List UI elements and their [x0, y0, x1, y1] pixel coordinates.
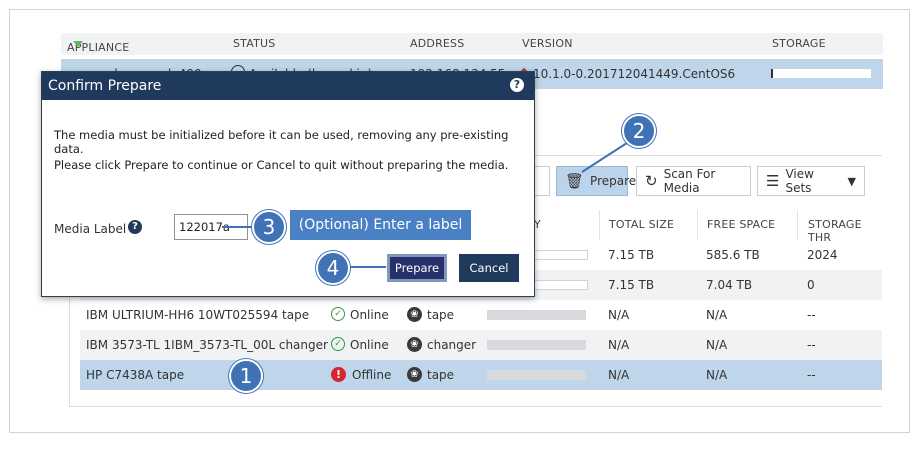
callout-4: 4	[316, 251, 350, 285]
callout-3: 3	[252, 210, 286, 244]
callout-2: 2	[622, 114, 656, 148]
callout-1: 1	[229, 359, 263, 393]
callout-line-2	[581, 140, 631, 173]
optional-label-hint: (Optional) Enter a label	[290, 210, 471, 240]
